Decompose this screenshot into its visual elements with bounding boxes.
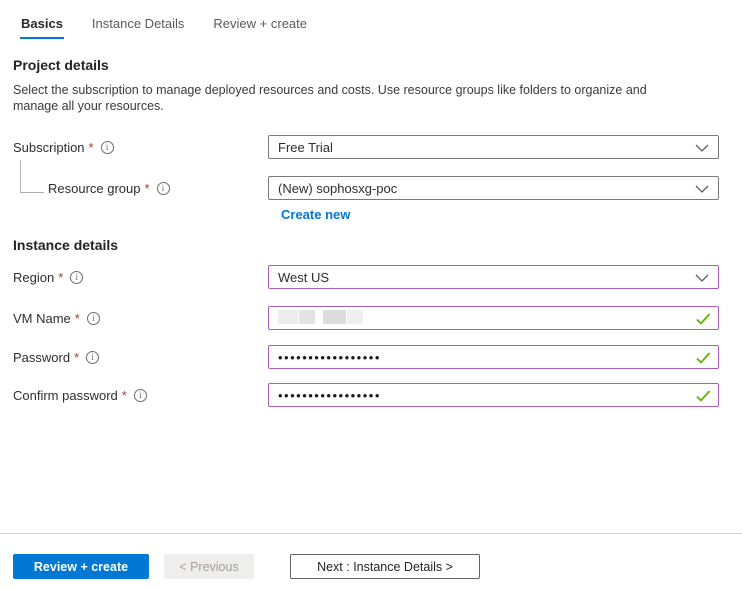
required-marker: * [74, 350, 79, 365]
region-label: Region [13, 270, 54, 285]
field-row-resource-group: Resource group * (New) sophosxg-poc [0, 176, 742, 200]
resource-group-control: (New) sophosxg-poc [268, 176, 719, 200]
region-control: West US [268, 265, 719, 289]
chevron-down-icon [695, 185, 709, 193]
review-create-button[interactable]: Review + create [13, 554, 149, 579]
resource-group-label: Resource group [48, 181, 141, 196]
tree-connector-line [20, 160, 44, 193]
password-label: Password [13, 350, 70, 365]
create-new-row: Create new [281, 206, 742, 222]
valid-check-icon [696, 390, 711, 402]
info-icon[interactable] [87, 312, 100, 325]
tab-review-create[interactable]: Review + create [212, 16, 308, 39]
subscription-label: Subscription [13, 140, 85, 155]
resource-group-label-cell: Resource group * [13, 181, 268, 196]
field-row-subscription: Subscription * Free Trial [0, 135, 742, 159]
required-marker: * [89, 140, 94, 155]
create-new-link[interactable]: Create new [281, 207, 350, 222]
tab-basics[interactable]: Basics [20, 16, 64, 39]
field-row-password: Password * ••••••••••••••••• [0, 345, 742, 369]
region-dropdown[interactable]: West US [268, 265, 719, 289]
basics-form: Subscription * Free Trial Resource group… [0, 135, 742, 407]
confirm-password-label-cell: Confirm password * [13, 388, 268, 403]
required-marker: * [122, 388, 127, 403]
subscription-control: Free Trial [268, 135, 719, 159]
chevron-down-icon [695, 144, 709, 152]
region-value: West US [278, 270, 329, 285]
password-label-cell: Password * [13, 350, 268, 365]
field-row-confirm-password: Confirm password * ••••••••••••••••• [0, 383, 742, 407]
resource-group-dropdown[interactable]: (New) sophosxg-poc [268, 176, 719, 200]
project-details-description: Select the subscription to manage deploy… [13, 82, 685, 114]
confirm-password-label: Confirm password [13, 388, 118, 403]
create-vm-basics-page: Basics Instance Details Review + create … [0, 0, 742, 590]
valid-check-icon [696, 313, 711, 325]
required-marker: * [145, 181, 150, 196]
vm-name-control [268, 306, 719, 330]
info-icon[interactable] [101, 141, 114, 154]
subscription-value: Free Trial [278, 140, 333, 155]
info-icon[interactable] [70, 271, 83, 284]
confirm-password-masked-value: ••••••••••••••••• [278, 388, 381, 403]
password-masked-value: ••••••••••••••••• [278, 350, 381, 365]
required-marker: * [58, 270, 63, 285]
required-marker: * [75, 311, 80, 326]
password-input[interactable]: ••••••••••••••••• [268, 345, 719, 369]
field-row-region: Region * West US [0, 265, 742, 289]
valid-check-icon [696, 352, 711, 364]
previous-button[interactable]: < Previous [164, 554, 254, 579]
resource-group-value: (New) sophosxg-poc [278, 181, 397, 196]
next-instance-details-button[interactable]: Next : Instance Details > [290, 554, 480, 579]
region-label-cell: Region * [13, 270, 268, 285]
confirm-password-control: ••••••••••••••••• [268, 383, 719, 407]
redacted-value [278, 310, 363, 327]
tab-instance-details[interactable]: Instance Details [91, 16, 186, 39]
password-control: ••••••••••••••••• [268, 345, 719, 369]
info-icon[interactable] [86, 351, 99, 364]
chevron-down-icon [695, 274, 709, 282]
subscription-label-cell: Subscription * [13, 140, 268, 155]
info-icon[interactable] [134, 389, 147, 402]
vm-name-label: VM Name [13, 311, 71, 326]
footer-buttons: Review + create < Previous Next : Instan… [0, 534, 742, 579]
tab-bar: Basics Instance Details Review + create [0, 0, 742, 39]
vm-name-label-cell: VM Name * [13, 311, 268, 326]
confirm-password-input[interactable]: ••••••••••••••••• [268, 383, 719, 407]
info-icon[interactable] [157, 182, 170, 195]
project-details-title: Project details [13, 57, 742, 73]
wizard-footer: Review + create < Previous Next : Instan… [0, 533, 742, 590]
subscription-dropdown[interactable]: Free Trial [268, 135, 719, 159]
vm-name-input[interactable] [268, 306, 719, 330]
field-row-vm-name: VM Name * [0, 306, 742, 330]
instance-details-title: Instance details [13, 237, 742, 253]
